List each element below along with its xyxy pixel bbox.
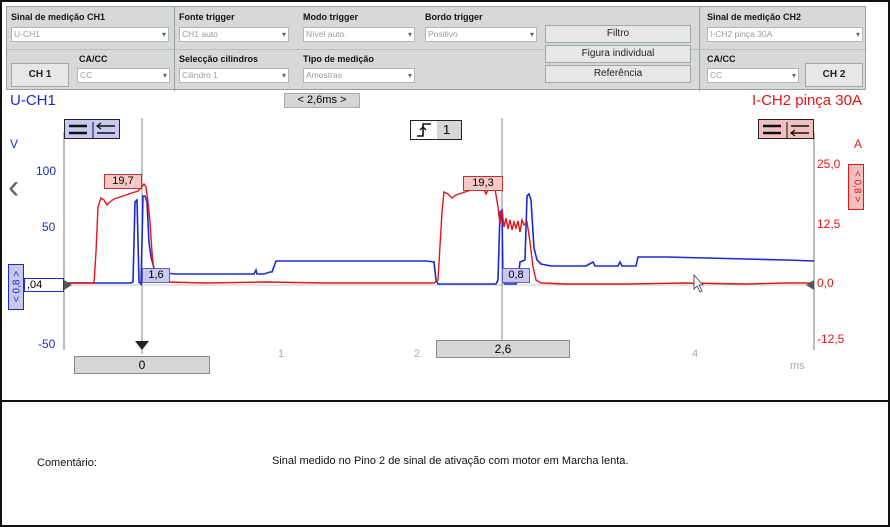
trigger-source-select[interactable]: CH1 auto ▾ [179,27,289,42]
marker-2-peak: 19,3 [463,176,503,191]
ch2-coupling-value: CC [710,70,723,80]
ch2-offset-marker-icon[interactable] [806,280,814,290]
comment-text: Sinal medido no Pino 2 de sinal de ativa… [272,455,629,467]
trigger-position-marker-icon[interactable] [135,341,149,350]
y-left-tick: -50 [38,337,56,351]
cylinder-select-value: Cilindro 1 [182,70,218,80]
ch2-coupling-select[interactable]: CC ▾ [707,68,799,83]
marker-1-peak: 19,7 [104,174,142,189]
x-tick: 4 [692,348,699,360]
ch2-unit: A [854,137,863,151]
ch2-scale-control[interactable]: < 0,8 > [848,164,864,210]
single-figure-button[interactable]: Figura individual [545,45,691,63]
ch1-offset-value[interactable]: ,04 [24,278,64,292]
rising-edge-icon [411,121,437,139]
y-right-tick: 25,0 [817,157,841,171]
chevron-down-icon: ▾ [855,30,860,39]
cursor-2-time[interactable]: 2,6 [436,340,570,358]
chevron-down-icon: ▾ [529,30,534,39]
ch1-coupling-label: CA/CC [79,54,108,64]
chevron-down-icon: ▾ [281,30,286,39]
ch1-unit: V [10,137,19,151]
measure-type-select[interactable]: Amostras ▾ [303,68,415,83]
chevron-down-icon: ▾ [162,71,167,80]
trigger-edge-label: Bordo trigger [425,12,483,22]
reference-button[interactable]: Referência [545,65,691,83]
oscilloscope-view: U-CH1 I-CH2 pinça 30A < 2,6ms > 1 V A 10… [6,92,866,374]
trigger-mode-select[interactable]: Nível auto. ▾ [303,27,415,42]
trigger-channel: 1 [443,122,451,137]
ch1-title: U-CH1 [10,92,56,109]
ch2-trace [64,182,814,285]
ch1-scale-control[interactable]: < 0,8 > [8,264,24,310]
y-left-tick: 50 [42,220,56,234]
marker-1-low: 1,6 [142,268,170,283]
ch1-scale-value: < 0,8 > [11,270,23,303]
y-right-tick: 12,5 [817,217,841,231]
trigger-source-label: Fonte trigger [179,12,235,22]
timebase-control[interactable]: < 2,6ms > [284,93,360,108]
y-left-tick: 100 [36,164,57,178]
ch1-button[interactable]: CH 1 [11,63,69,87]
trigger-mode-value: Nível auto. [306,29,347,39]
ch2-toolbox-icon[interactable] [758,119,814,139]
filter-button[interactable]: Filtro [545,25,691,43]
trigger-indicator[interactable]: 1 [410,120,462,140]
y-right-tick: 0,0 [817,276,834,290]
ch2-title: I-CH2 pinça 30A [751,92,862,109]
trigger-mode-label: Modo trigger [303,12,358,22]
ch1-offset-marker-icon[interactable] [64,280,72,290]
ch2-signal-select[interactable]: I-CH2 pinça 30A ▾ [707,27,863,42]
ch1-coupling-value: CC [80,70,93,80]
chevron-down-icon: ▾ [407,71,412,80]
chevron-down-icon: ▾ [281,71,286,80]
trigger-edge-select[interactable]: Positivo ▾ [425,27,537,42]
ch1-coupling-select[interactable]: CC ▾ [77,68,170,83]
ch2-signal-label: Sinal de medição CH2 [707,12,802,22]
chevron-down-icon: ▾ [161,30,166,39]
marker-2-low: 0,8 [502,268,530,283]
cylinder-select-label: Selecção cilindros [179,54,259,64]
chevron-down-icon: ▾ [407,30,412,39]
ch1-toolbox-glyph [69,122,115,138]
ch2-toolbox-glyph [763,122,809,138]
control-panel: Sinal de medição CH1 U-CH1 ▾ CA/CC CH 1 C… [6,6,867,91]
section-divider [2,400,888,402]
x-tick: 2 [414,348,421,360]
measure-type-label: Tipo de medição [303,54,374,64]
cylinder-select[interactable]: Cilindro 1 ▾ [179,68,289,83]
chevron-down-icon: ▾ [791,71,796,80]
ch2-coupling-label: CA/CC [707,54,736,64]
mouse-pointer-icon [693,273,704,293]
ch1-signal-label: Sinal de medição CH1 [11,12,106,22]
ch2-button[interactable]: CH 2 [805,63,863,87]
x-unit: ms [790,360,805,372]
trigger-source-value: CH1 auto [182,29,218,39]
separator [7,49,867,50]
ch2-scale-value: < 0,8 > [851,170,863,203]
comment-label: Comentário: [37,457,97,469]
ch2-signal-value: I-CH2 pinça 30A [710,29,773,39]
ch1-signal-select[interactable]: U-CH1 ▾ [11,27,169,42]
measure-type-value: Amostras [306,70,342,80]
scroll-left-icon[interactable]: ‹ [8,170,19,204]
trigger-edge-value: Positivo [428,29,458,39]
ch1-toolbox-icon[interactable] [64,119,120,139]
y-right-tick: -12,5 [817,332,845,346]
x-tick: 1 [278,348,285,360]
cursor-1-time[interactable]: 0 [74,356,210,374]
ch1-signal-value: U-CH1 [14,29,40,39]
